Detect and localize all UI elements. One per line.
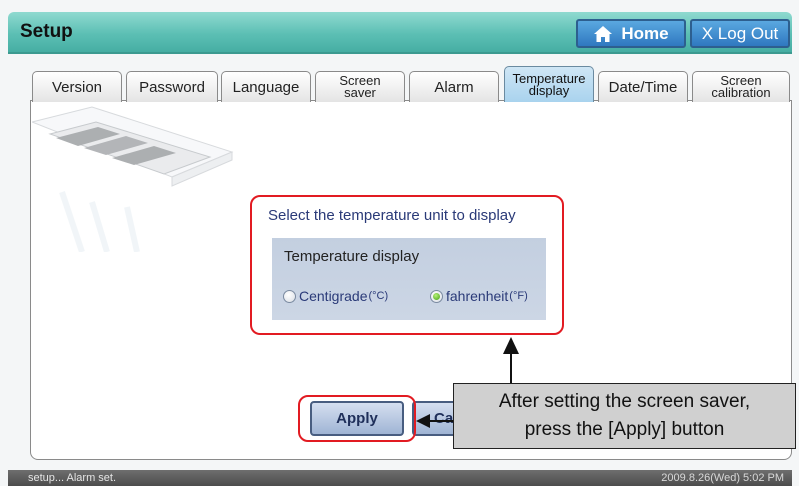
tab-strip: Version Password Language Screen saver A… bbox=[32, 66, 792, 102]
tab-label-line2: calibration bbox=[711, 85, 771, 100]
tab-label: Version bbox=[51, 78, 103, 96]
tab-label-line2: saver bbox=[344, 85, 376, 100]
status-datetime: 2009.8.26(Wed) 5:02 PM bbox=[661, 472, 784, 484]
temperature-highlight-box bbox=[250, 195, 564, 335]
header-bar: Setup Home X Log Out bbox=[8, 12, 792, 54]
home-icon bbox=[594, 25, 613, 42]
tab-label: Alarm bbox=[434, 78, 474, 96]
home-button-label: Home bbox=[621, 23, 669, 43]
tab-label: Language bbox=[232, 78, 300, 96]
tab-password[interactable]: Password bbox=[126, 71, 218, 102]
callout-line-1: After setting the screen saver, bbox=[498, 391, 751, 412]
tab-alarm[interactable]: Alarm bbox=[409, 71, 499, 102]
status-bar: setup... Alarm set. 2009.8.26(Wed) 5:02 … bbox=[8, 470, 792, 486]
callout-line-2: press the [Apply] button bbox=[524, 419, 725, 440]
apply-highlight-box bbox=[298, 395, 416, 442]
page-title: Setup bbox=[20, 21, 73, 42]
tab-language[interactable]: Language bbox=[221, 71, 311, 102]
tab-temperature-display[interactable]: Temperature display bbox=[504, 66, 594, 102]
tab-screen-calibration[interactable]: Screen calibration bbox=[692, 71, 790, 102]
tab-label: Date/Time bbox=[608, 78, 678, 96]
home-button[interactable]: Home bbox=[576, 19, 686, 48]
setup-window: Setup Home X Log Out Version Password La… bbox=[0, 0, 799, 486]
status-message: setup... Alarm set. bbox=[28, 472, 117, 484]
instruction-callout: After setting the screen saver, press th… bbox=[453, 383, 796, 449]
tab-label: Password bbox=[139, 78, 205, 96]
tab-label-line2: display bbox=[528, 82, 570, 98]
tab-date-time[interactable]: Date/Time bbox=[598, 71, 688, 102]
tab-screen-saver[interactable]: Screen saver bbox=[315, 71, 405, 102]
tab-version[interactable]: Version bbox=[32, 71, 122, 102]
logout-button[interactable]: X Log Out bbox=[690, 19, 790, 48]
air-conditioner-illustration bbox=[32, 106, 234, 252]
